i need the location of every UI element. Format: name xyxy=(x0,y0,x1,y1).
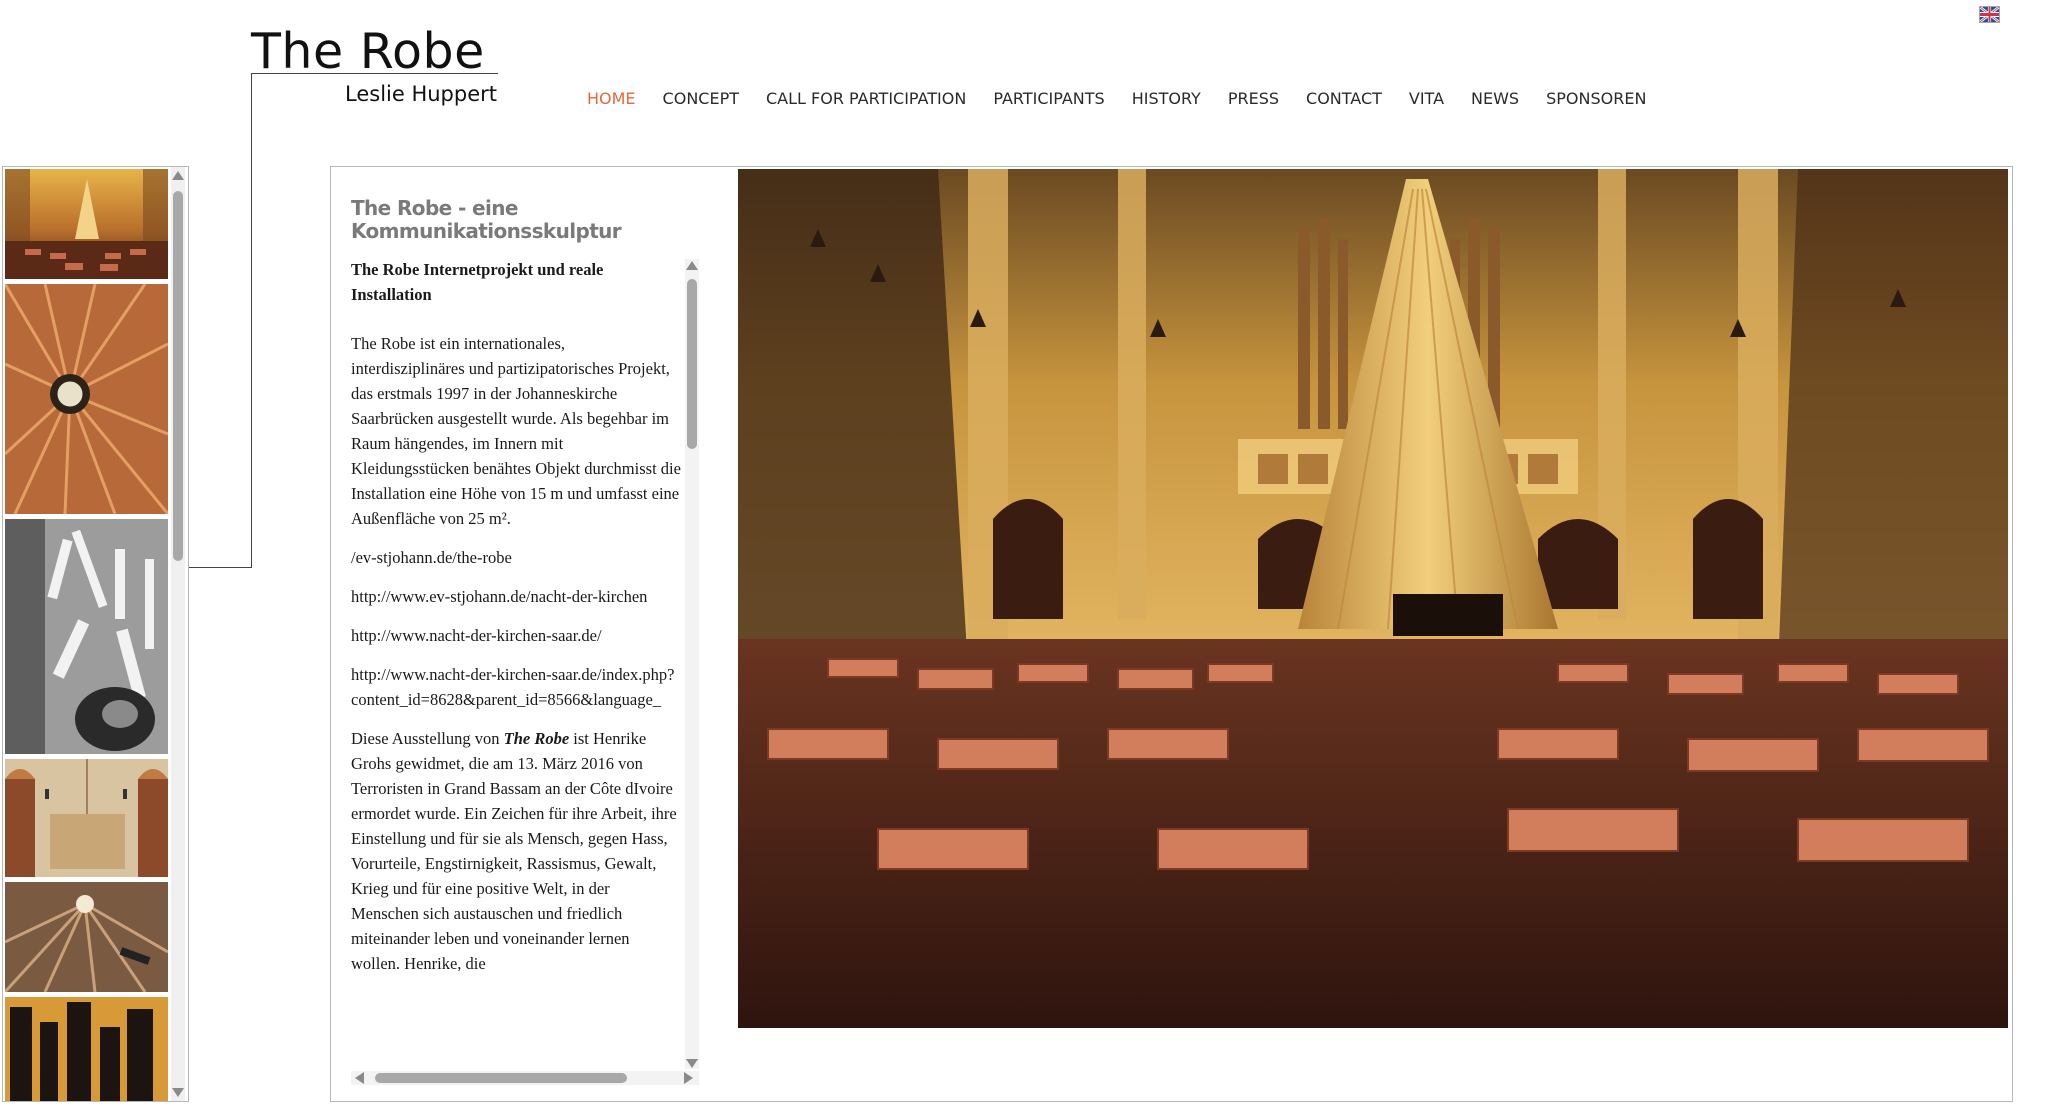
hanging-garments-thumb[interactable] xyxy=(5,519,168,754)
nav-news[interactable]: NEWS xyxy=(1471,86,1519,112)
main-content-panel: The Robe - eine Kommunikationsskulptur T… xyxy=(330,166,2013,1102)
nav-call-for-participation[interactable]: CALL FOR PARTICIPATION xyxy=(766,86,966,112)
nav-press[interactable]: PRESS xyxy=(1228,86,1279,112)
church-interior-thumb[interactable] xyxy=(5,169,168,279)
robe-hem-thumb[interactable] xyxy=(5,759,168,877)
nav-sponsoren[interactable]: SPONSOREN xyxy=(1546,86,1646,112)
article-title: The Robe - eine Kommunikationsskulptur xyxy=(351,196,622,243)
dedication-paragraph: Diese Ausstellung von The Robe ist Henri… xyxy=(351,726,681,976)
nav-contact[interactable]: CONTACT xyxy=(1306,86,1382,112)
thumbnail-scroll-thumb[interactable] xyxy=(173,191,183,561)
site-subtitle: Leslie Huppert xyxy=(345,82,498,106)
article-vertical-scrollbar[interactable] xyxy=(685,259,699,1069)
article-paragraph: The Robe ist ein internationales, interd… xyxy=(351,334,681,528)
article-scroll-right-icon[interactable] xyxy=(684,1072,693,1084)
nav-concept[interactable]: CONCEPT xyxy=(663,86,739,112)
nav-participants[interactable]: PARTICIPANTS xyxy=(993,86,1104,112)
article-subhead: The Robe Internetprojekt und reale Insta… xyxy=(351,260,604,304)
article-link[interactable]: http://www.ev-stjohann.de/nacht-der-kirc… xyxy=(351,584,681,609)
article-link[interactable]: /ev-stjohann.de/the-robe xyxy=(351,545,681,570)
bracket-vertical-line xyxy=(251,73,252,568)
article-scroll-down-icon[interactable] xyxy=(686,1059,698,1068)
dedication-prefix: Diese Ausstellung von xyxy=(351,729,504,748)
title-underline xyxy=(251,73,498,74)
nav-vita[interactable]: VITA xyxy=(1409,86,1444,112)
bracket-horizontal-line xyxy=(189,567,252,568)
article-hscroll-thumb[interactable] xyxy=(375,1073,627,1083)
thumbnail-scrollbar[interactable] xyxy=(171,167,185,1101)
thumbnail-strip[interactable] xyxy=(2,166,189,1102)
article-scroll-left-icon[interactable] xyxy=(355,1072,364,1084)
article-scroll-thumb[interactable] xyxy=(687,279,697,449)
article-link[interactable]: http://www.nacht-der-kirchen-saar.de/ xyxy=(351,623,681,648)
scroll-down-arrow-icon[interactable] xyxy=(172,1088,184,1097)
robe-tunnel-thumb[interactable] xyxy=(5,882,168,992)
main-nav: HOME CONCEPT CALL FOR PARTICIPATION PART… xyxy=(587,86,1673,112)
article-horizontal-scrollbar[interactable] xyxy=(351,1071,699,1085)
article-text: The Robe Internetprojekt und reale Insta… xyxy=(351,257,681,990)
nav-home[interactable]: HOME xyxy=(587,86,636,112)
article-scroll-up-icon[interactable] xyxy=(686,261,698,270)
article-link[interactable]: http://www.nacht-der-kirchen-saar.de/ind… xyxy=(351,662,681,712)
dark-garments-thumb[interactable] xyxy=(5,997,168,1101)
robe-looking-up-thumb[interactable] xyxy=(5,284,168,514)
article-scroll-area[interactable]: The Robe Internetprojekt und reale Insta… xyxy=(351,257,691,1087)
scroll-up-arrow-icon[interactable] xyxy=(172,171,184,180)
dedication-rest: ist Henrike Grohs gewidmet, die am 13. M… xyxy=(351,729,677,973)
church-installation-photo xyxy=(738,169,2008,1028)
nav-history[interactable]: HISTORY xyxy=(1132,86,1201,112)
dedication-work-title: The Robe xyxy=(503,729,570,748)
uk-flag-icon[interactable] xyxy=(1979,6,2000,23)
